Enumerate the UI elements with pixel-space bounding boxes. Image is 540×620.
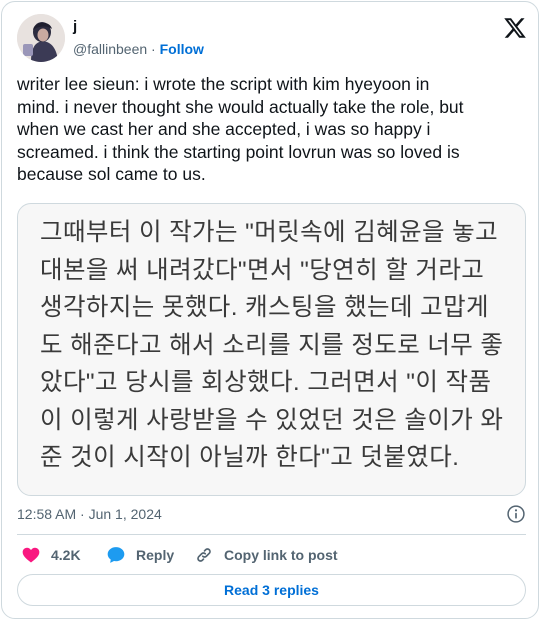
media-text-line: 준 것이 시작이 아닐까 한다"고 덧붙였다. — [40, 444, 460, 471]
info-icon[interactable] — [506, 504, 526, 524]
read-replies-button[interactable]: Read 3 replies — [17, 574, 526, 606]
divider — [17, 534, 526, 535]
x-logo-icon[interactable] — [503, 16, 527, 40]
avatar[interactable] — [17, 14, 65, 62]
tweet-text: writer lee sieun: i wrote the script wit… — [17, 74, 464, 184]
separator-dot: · — [151, 41, 156, 57]
follow-button[interactable]: Follow — [160, 41, 204, 57]
media-text-line: 생각하지는 못했다. 캐스팅을 했는데 고맙게 — [40, 294, 489, 321]
link-icon — [197, 548, 211, 562]
media-text-line: 이 이렇게 사랑받을 수 있었던 것은 솔이가 와 — [40, 406, 504, 434]
reply-label: Reply — [136, 547, 175, 563]
avatar-image — [17, 14, 65, 62]
copy-link-action[interactable]: Copy link to post — [194, 544, 338, 566]
tweet-card: j @fallinbeen · Follow writer lee sieun:… — [1, 1, 539, 619]
tweet-header: j @fallinbeen · Follow — [17, 14, 527, 64]
media-text-line: 그때부터 이 작가는 "머릿속에 김혜윤을 놓고 — [40, 219, 499, 246]
heart-icon — [22, 547, 40, 563]
user-handle[interactable]: @fallinbeen — [73, 41, 147, 57]
timestamp[interactable]: 12:58 AM · Jun 1, 2024 — [17, 506, 162, 522]
display-name[interactable]: j — [73, 18, 204, 36]
media-text-block: 그때부터 이 작가는 "머릿속에 김혜윤을 놓고 대본을 써 내려갔다"면서 "… — [40, 214, 503, 477]
reply-action[interactable]: Reply — [106, 544, 174, 566]
media-text-line: 대본을 써 내려갔다"면서 "당연히 할 거라고 — [40, 256, 485, 284]
media-text-line: 았다"고 당시를 회상했다. 그러면서 "이 작품 — [40, 369, 492, 396]
handle-row: @fallinbeen · Follow — [73, 40, 204, 58]
tweet-meta: 12:58 AM · Jun 1, 2024 — [17, 504, 527, 524]
like-count: 4.2K — [51, 547, 81, 563]
reply-bubble-icon — [107, 547, 125, 563]
media-text-line: 도 해준다고 해서 소리를 지를 정도로 너무 좋 — [40, 331, 504, 359]
like-action[interactable]: 4.2K — [21, 544, 81, 566]
media-image[interactable]: 그때부터 이 작가는 "머릿속에 김혜윤을 놓고 대본을 써 내려갔다"면서 "… — [17, 203, 526, 496]
copy-link-label: Copy link to post — [224, 547, 338, 563]
action-bar: 4.2K Reply Copy link to post — [17, 544, 527, 566]
user-info: j @fallinbeen · Follow — [73, 18, 204, 58]
